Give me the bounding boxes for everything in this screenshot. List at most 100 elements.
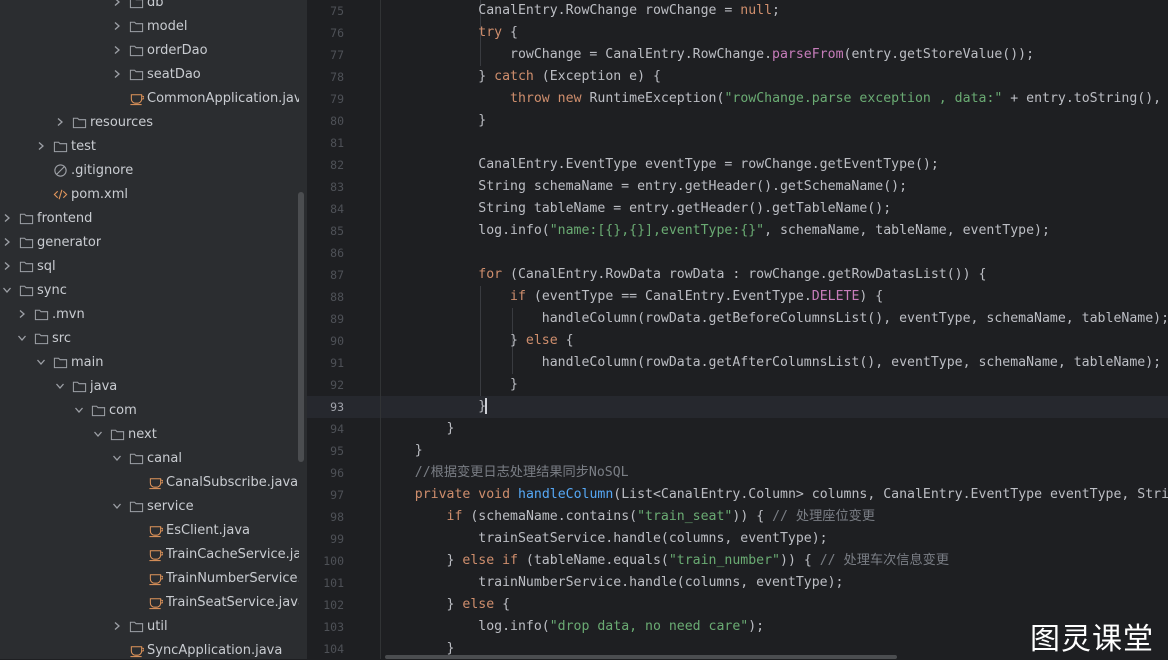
code-line[interactable]: private void handleColumn(List<CanalEntr… — [383, 484, 1168, 506]
code-line[interactable]: log.info("drop data, no need care"); — [383, 616, 764, 638]
folder-icon — [90, 402, 106, 418]
chevron-right-icon[interactable] — [110, 19, 124, 33]
code-line[interactable]: } else if (tableName.equals("train_numbe… — [383, 550, 950, 572]
chevron-right-icon[interactable] — [15, 307, 29, 321]
chevron-down-icon[interactable] — [91, 427, 105, 441]
chevron-down-icon[interactable] — [72, 403, 86, 417]
tree-item-orderdao[interactable]: orderDao — [0, 38, 299, 62]
code-line[interactable]: } — [383, 110, 486, 132]
tree-item-resources[interactable]: resources — [0, 110, 299, 134]
code-token: } — [383, 597, 463, 612]
tree-item-src[interactable]: src — [0, 326, 299, 350]
code-line[interactable]: if (schemaName.contains("train_seat")) {… — [383, 506, 876, 528]
code-line[interactable]: handleColumn(rowData.getBeforeColumnsLis… — [383, 308, 1168, 330]
code-token: , schemaName, tableName, eventType); — [764, 223, 1050, 238]
code-line[interactable]: if (eventType == CanalEntry.EventType.DE… — [383, 286, 883, 308]
chevron-right-icon[interactable] — [0, 211, 14, 225]
code-line[interactable]: rowChange = CanalEntry.RowChange.parseFr… — [383, 44, 1034, 66]
code-line[interactable]: } catch (Exception e) { — [383, 66, 661, 88]
chevron-right-icon[interactable] — [110, 43, 124, 57]
code-token: else — [525, 333, 558, 348]
chevron-down-icon[interactable] — [110, 499, 124, 513]
code-line[interactable]: } — [383, 374, 518, 396]
code-line[interactable]: } else { — [383, 594, 511, 616]
code-line[interactable]: String tableName = entry.getHeader().get… — [383, 198, 891, 220]
code-line[interactable]: trainNumberService.handle(columns, event… — [383, 572, 843, 594]
chevron-right-icon[interactable] — [110, 619, 124, 633]
code-token: // 处理车次信息变更 — [819, 553, 950, 568]
tree-item-com[interactable]: com — [0, 398, 299, 422]
tree-item-gitignore[interactable]: .gitignore — [0, 158, 299, 182]
tree-item-next[interactable]: next — [0, 422, 299, 446]
code-token: else if — [462, 553, 518, 568]
code-line[interactable]: } — [383, 396, 488, 418]
code-line[interactable]: String schemaName = entry.getHeader().ge… — [383, 176, 907, 198]
chevron-right-icon[interactable] — [0, 235, 14, 249]
chevron-down-icon[interactable] — [34, 355, 48, 369]
code-editor[interactable]: CanalEntry.RowChange rowChange = null; t… — [381, 0, 1168, 659]
code-token: } — [383, 421, 455, 436]
tree-item-canalsubscribe-java[interactable]: CanalSubscribe.java — [0, 470, 299, 494]
code-token: CanalEntry.EventType eventType = rowChan… — [383, 157, 939, 172]
tree-item-label: test — [71, 138, 96, 154]
code-line[interactable]: try { — [383, 22, 518, 44]
tree-item-generator[interactable]: generator — [0, 230, 299, 254]
tree-item-sync[interactable]: sync — [0, 278, 299, 302]
project-tree-scrollbar[interactable] — [298, 192, 304, 462]
code-line[interactable]: handleColumn(rowData.getAfterColumnsList… — [383, 352, 1161, 374]
tree-item-pom-xml[interactable]: pom.xml — [0, 182, 299, 206]
code-line[interactable]: } else { — [383, 330, 574, 352]
chevron-right-icon[interactable] — [110, 0, 124, 9]
tree-item-frontend[interactable]: frontend — [0, 206, 299, 230]
tree-item-mvn[interactable]: .mvn — [0, 302, 299, 326]
tree-item-label: SyncApplication.java — [147, 642, 283, 658]
tree-item-esclient-java[interactable]: EsClient.java — [0, 518, 299, 542]
tree-item-model[interactable]: model — [0, 14, 299, 38]
code-line[interactable]: } — [383, 418, 455, 440]
chevron-right-icon[interactable] — [110, 67, 124, 81]
chevron-down-icon[interactable] — [15, 331, 29, 345]
tree-item-canal[interactable]: canal — [0, 446, 299, 470]
code-line[interactable]: CanalEntry.EventType eventType = rowChan… — [383, 154, 939, 176]
code-line[interactable]: throw new RuntimeException("rowChange.pa… — [383, 88, 1168, 110]
folder-icon — [109, 426, 125, 442]
tree-item-syncapplication-java[interactable]: SyncApplication.java — [0, 638, 299, 659]
tree-item-java[interactable]: java — [0, 374, 299, 398]
tree-item-db[interactable]: db — [0, 0, 299, 14]
tree-item-trainseatservice-java[interactable]: TrainSeatService.java — [0, 590, 299, 614]
tree-item-label: sync — [37, 282, 67, 298]
chevron-down-icon[interactable] — [0, 283, 14, 297]
editor-horizontal-scrollbar[interactable] — [385, 655, 897, 659]
tree-item-test[interactable]: test — [0, 134, 299, 158]
chevron-right-icon[interactable] — [53, 115, 67, 129]
tree-item-seatdao[interactable]: seatDao — [0, 62, 299, 86]
tree-item-trainnumberservice-java[interactable]: TrainNumberService.java — [0, 566, 299, 590]
folder-icon — [18, 234, 34, 250]
code-token: try — [478, 25, 503, 40]
line-number: 75 — [330, 4, 344, 18]
tree-item-sql[interactable]: sql — [0, 254, 299, 278]
code-line[interactable]: log.info("name:[{},{}],eventType:{}", sc… — [383, 220, 1050, 242]
tree-item-traincacheservice-java[interactable]: TrainCacheService.java — [0, 542, 299, 566]
chevron-right-icon[interactable] — [0, 259, 14, 273]
code-line[interactable]: } — [383, 440, 423, 462]
chevron-right-icon[interactable] — [34, 139, 48, 153]
line-number: 103 — [323, 620, 344, 634]
code-line[interactable]: //根据变更日志处理结果同步NoSQL — [383, 462, 629, 484]
code-line[interactable]: trainSeatService.handle(columns, eventTy… — [383, 528, 827, 550]
code-line[interactable]: for (CanalEntry.RowData rowData : rowCha… — [383, 264, 986, 286]
chevron-down-icon[interactable] — [110, 451, 124, 465]
code-token: "drop data, no need care" — [549, 619, 749, 634]
code-line[interactable]: CanalEntry.RowChange rowChange = null; — [383, 0, 780, 22]
java-class-icon — [147, 474, 163, 490]
tree-item-util[interactable]: util — [0, 614, 299, 638]
tree-item-main[interactable]: main — [0, 350, 299, 374]
tree-item-commonapplication-java[interactable]: CommonApplication.java — [0, 86, 299, 110]
line-number: 99 — [330, 532, 344, 546]
line-number: 96 — [330, 466, 344, 480]
tree-item-service[interactable]: service — [0, 494, 299, 518]
chevron-down-icon[interactable] — [53, 379, 67, 393]
